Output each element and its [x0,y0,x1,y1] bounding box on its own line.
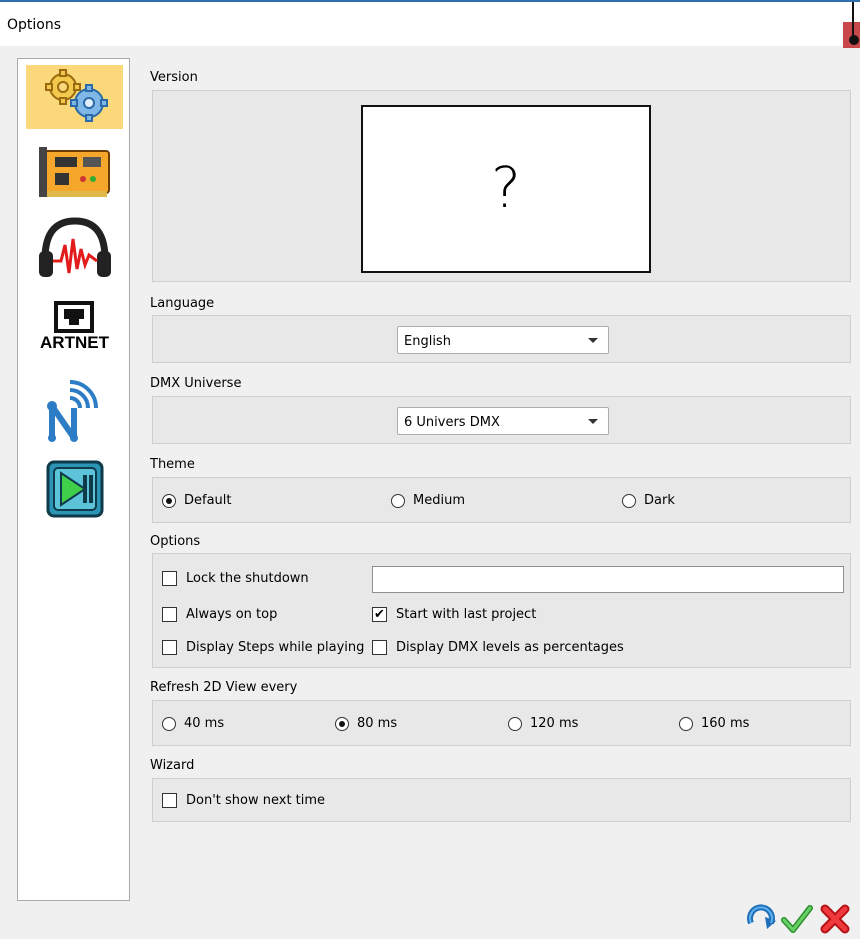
dmx-universe-select[interactable]: 6 Univers DMX [397,407,609,435]
refresh-80-label: 80 ms [357,716,398,731]
cursor-dot [849,35,859,45]
theme-dark-label: Dark [644,493,675,508]
version-label: Version [150,70,198,85]
ok-button[interactable] [780,904,814,938]
theme-default-radio[interactable]: Default [162,493,232,508]
theme-medium-radio[interactable]: Medium [391,493,465,508]
headphones-icon [35,215,115,283]
theme-medium-label: Medium [413,493,465,508]
sidebar-item-general[interactable] [26,65,123,129]
radio-indicator [679,716,693,731]
title-bar: Options [0,2,860,48]
wireless-n-icon [40,380,110,446]
reset-icon [745,903,777,939]
options-label: Options [150,534,201,549]
display-steps-checkbox[interactable]: Display Steps while playing [162,640,364,655]
theme-default-label: Default [184,493,232,508]
chevron-down-icon [588,419,598,424]
network-port-icon [54,301,94,337]
refresh-group: 40 ms 80 ms 120 ms 160 ms [152,700,851,746]
language-select[interactable]: English [397,326,609,354]
options-group: Lock the shutdown Always on top ✔ Start … [152,553,851,668]
checkbox-box [372,640,387,655]
sidebar-item-audio[interactable] [26,217,123,281]
dmx-universe-group: 6 Univers DMX [152,396,851,444]
play-controls-icon [45,459,105,523]
gears-icon [33,67,117,127]
start-last-project-checkbox[interactable]: ✔ Start with last project [372,607,536,622]
radio-indicator [162,493,176,508]
refresh-80-radio[interactable]: 80 ms [335,716,397,731]
version-group: ? [152,90,851,282]
checkbox-box [162,607,177,622]
sidebar-item-dmx-interface[interactable] [26,141,123,205]
options-sidebar: ARTNET [17,58,130,901]
window-title: Options [7,17,62,33]
display-steps-label: Display Steps while playing [186,640,365,655]
theme-dark-radio[interactable]: Dark [622,493,675,508]
language-selected: English [404,334,451,349]
always-on-top-label: Always on top [186,607,278,622]
sidebar-item-player[interactable] [26,459,123,523]
cancel-button[interactable] [818,904,852,938]
circuit-board-icon [37,143,113,203]
artnet-label: ARTNET [40,333,109,352]
wizard-label: Wizard [150,758,195,773]
radio-indicator [508,716,522,731]
mouse-cursor [852,2,854,38]
wizard-group: Don't show next time [152,778,851,822]
chevron-down-icon [588,338,598,343]
radio-indicator [335,716,349,731]
cancel-x-icon [819,903,851,939]
question-mark-placeholder: ? [491,156,521,221]
version-image: ? [361,105,651,273]
refresh-label: Refresh 2D View every [150,680,298,695]
refresh-120-radio[interactable]: 120 ms [508,716,578,731]
refresh-120-label: 120 ms [530,716,579,731]
start-last-project-label: Start with last project [396,607,537,622]
sidebar-item-artnet[interactable]: ARTNET [26,295,123,359]
dont-show-label: Don't show next time [186,793,326,808]
dont-show-checkbox[interactable]: Don't show next time [162,793,325,808]
dmx-universe-selected: 6 Univers DMX [404,415,500,430]
lock-shutdown-checkbox[interactable]: Lock the shutdown [162,571,309,586]
refresh-160-radio[interactable]: 160 ms [679,716,749,731]
radio-indicator [622,493,636,508]
always-on-top-checkbox[interactable]: Always on top [162,607,277,622]
language-label: Language [150,296,215,311]
refresh-40-radio[interactable]: 40 ms [162,716,224,731]
radio-indicator [162,716,176,731]
checkbox-box [162,793,177,808]
checkbox-box [162,571,177,586]
display-percent-checkbox[interactable]: Display DMX levels as percentages [372,640,624,655]
lock-shutdown-label: Lock the shutdown [186,571,309,586]
dmx-universe-label: DMX Universe [150,376,242,391]
sidebar-item-wireless[interactable] [26,380,123,446]
reset-button[interactable] [744,904,778,938]
lock-shutdown-password-input[interactable] [372,566,844,593]
checkbox-box [162,640,177,655]
refresh-160-label: 160 ms [701,716,750,731]
ok-check-icon [781,903,813,939]
radio-indicator [391,493,405,508]
language-group: English [152,315,851,363]
theme-group: Default Medium Dark [152,477,851,523]
refresh-40-label: 40 ms [184,716,225,731]
theme-label: Theme [150,457,195,472]
display-percent-label: Display DMX levels as percentages [396,640,624,655]
checkmark-icon: ✔ [372,607,387,622]
